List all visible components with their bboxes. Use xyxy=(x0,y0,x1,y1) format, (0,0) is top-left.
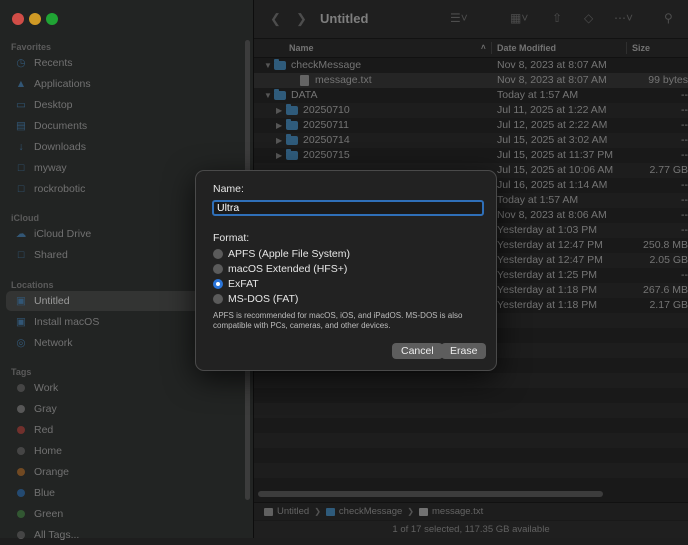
format-option-label: MS-DOS (FAT) xyxy=(228,293,299,305)
name-input[interactable] xyxy=(212,200,484,216)
format-option-label: ExFAT xyxy=(228,278,259,290)
radio-button[interactable] xyxy=(213,294,223,304)
format-option[interactable]: APFS (Apple File System) xyxy=(213,248,350,260)
format-label: Format: xyxy=(213,232,250,244)
format-option[interactable]: ExFAT xyxy=(213,278,259,290)
format-option[interactable]: MS-DOS (FAT) xyxy=(213,293,298,305)
erase-dialog: Name: Format: APFS (Apple File System) ma… xyxy=(195,170,497,371)
erase-button[interactable]: Erase xyxy=(441,343,487,359)
radio-button[interactable] xyxy=(213,279,223,289)
radio-button[interactable] xyxy=(213,249,223,259)
cancel-button[interactable]: Cancel xyxy=(392,343,443,359)
format-note: APFS is recommended for macOS, iOS, and … xyxy=(213,311,463,330)
format-option-label: macOS Extended (HFS+) xyxy=(228,263,348,275)
radio-button[interactable] xyxy=(213,264,223,274)
name-label: Name: xyxy=(213,183,244,195)
format-option-label: APFS (Apple File System) xyxy=(228,248,350,260)
format-option[interactable]: macOS Extended (HFS+) xyxy=(213,263,347,275)
